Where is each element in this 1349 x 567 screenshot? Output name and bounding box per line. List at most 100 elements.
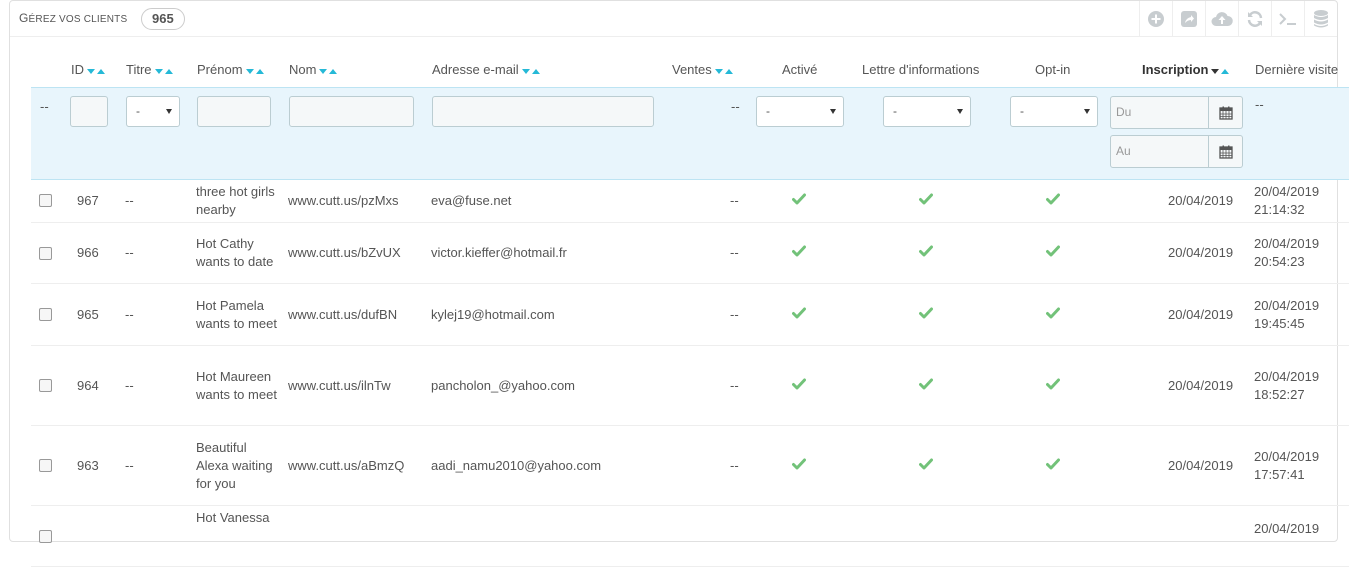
cell-id: 966 <box>77 223 117 283</box>
table-row[interactable]: 963 -- Beautiful Alexa waiting for you www.… <box>31 426 1349 506</box>
row-select-cell[interactable] <box>39 284 59 345</box>
cell-optin[interactable] <box>1046 179 1062 222</box>
column-header-prenom[interactable]: Prénom <box>197 62 266 78</box>
cell-id <box>77 506 117 566</box>
sort-arrows-icon[interactable] <box>319 63 339 78</box>
check-icon[interactable] <box>792 244 806 262</box>
row-checkbox[interactable] <box>39 459 52 472</box>
cell-newsletter[interactable] <box>919 223 935 283</box>
check-icon[interactable] <box>919 457 933 475</box>
row-select-cell[interactable] <box>39 346 59 425</box>
cell-prenom: three hot girls nearby <box>196 179 278 222</box>
filter-ventes-label: -- <box>731 99 740 114</box>
cell-optin[interactable] <box>1046 284 1062 345</box>
database-icon[interactable] <box>1304 1 1337 36</box>
filter-titre-select[interactable]: - <box>126 96 180 127</box>
filter-optin-select[interactable]: - <box>1010 96 1098 127</box>
column-header-ventes[interactable]: Ventes <box>672 62 735 78</box>
cell-text: -- <box>125 245 134 260</box>
check-icon[interactable] <box>919 244 933 262</box>
check-icon[interactable] <box>792 457 806 475</box>
terminal-icon[interactable] <box>1271 1 1304 36</box>
cell-newsletter[interactable] <box>919 284 935 345</box>
sort-arrows-icon[interactable] <box>245 63 266 78</box>
filter-active-select[interactable]: - <box>756 96 844 127</box>
filter-prenom-input[interactable] <box>197 96 271 127</box>
sort-arrows-icon[interactable] <box>714 63 735 78</box>
cell-optin[interactable] <box>1046 223 1062 283</box>
column-header-titre[interactable]: Titre <box>126 62 175 78</box>
cell-text: -- <box>125 192 134 208</box>
column-header-nom[interactable]: Nom <box>289 62 339 78</box>
export-icon[interactable] <box>1172 1 1205 36</box>
add-icon[interactable] <box>1139 1 1172 36</box>
cell-newsletter[interactable] <box>919 346 935 425</box>
cell-text: Hot Maureen wants to meet <box>196 368 277 402</box>
filter-email-input[interactable] <box>432 96 654 127</box>
filter-newsletter-select[interactable]: - <box>883 96 971 127</box>
table-row[interactable]: Hot Vanessa 20/04/2019 <box>31 506 1349 567</box>
cell-ventes: -- <box>730 223 750 283</box>
row-checkbox[interactable] <box>39 194 52 207</box>
check-icon[interactable] <box>919 306 933 324</box>
cell-active[interactable] <box>792 223 808 283</box>
cell-text: www.cutt.us/dufBN <box>288 306 398 322</box>
cell-optin[interactable] <box>1046 346 1062 425</box>
sort-arrows-icon[interactable] <box>154 63 175 78</box>
filter-date-from-input[interactable]: Du <box>1110 96 1209 129</box>
row-select-cell[interactable] <box>39 426 59 505</box>
row-checkbox[interactable] <box>39 529 52 543</box>
cell-inscription: 20/04/2019 <box>1168 346 1248 425</box>
upload-icon[interactable] <box>1205 1 1238 36</box>
cell-titre: -- <box>125 426 175 505</box>
check-icon[interactable] <box>1046 377 1060 395</box>
table-row[interactable]: 964 -- Hot Maureen wants to meet www.cutt.u… <box>31 346 1349 426</box>
check-icon[interactable] <box>1046 306 1060 324</box>
filter-nom-input[interactable] <box>289 96 414 127</box>
check-icon[interactable] <box>919 377 933 395</box>
cell-text: 20/04/2019 <box>1254 236 1320 251</box>
check-icon[interactable] <box>792 306 806 324</box>
cell-prenom: Hot Cathy wants to date <box>196 223 278 283</box>
row-select-cell[interactable] <box>39 223 59 283</box>
sort-arrows-icon[interactable] <box>87 63 107 78</box>
check-icon[interactable] <box>1046 192 1060 210</box>
select-value: - <box>136 104 140 118</box>
table-row[interactable]: 966 -- Hot Cathy wants to date www.cutt.us/… <box>31 223 1349 284</box>
column-header-email[interactable]: Adresse e-mail <box>432 62 542 78</box>
cell-active[interactable] <box>792 179 808 222</box>
cell-text: 19:45:45 <box>1254 315 1305 331</box>
check-icon[interactable] <box>792 377 806 395</box>
column-header-inscription[interactable]: Inscription <box>1142 62 1231 78</box>
table-row[interactable]: 965 -- Hot Pamela wants to meet www.cutt.us… <box>31 284 1349 346</box>
cell-text: 20:54:23 <box>1254 254 1305 269</box>
column-header-id[interactable]: ID <box>71 62 107 78</box>
filter-date-to-input[interactable]: Au <box>1110 135 1209 168</box>
sort-arrows-icon[interactable] <box>1211 63 1231 78</box>
calendar-icon[interactable] <box>1209 135 1243 168</box>
sort-arrows-icon[interactable] <box>521 63 542 78</box>
cell-email <box>431 506 671 566</box>
cell-derniere-visite: 20/04/2019 20:54:23 <box>1254 223 1344 283</box>
check-icon[interactable] <box>1046 457 1060 475</box>
row-checkbox[interactable] <box>39 379 52 392</box>
row-select-cell[interactable] <box>39 179 59 222</box>
cell-newsletter[interactable] <box>919 426 935 505</box>
cell-optin[interactable] <box>1046 426 1062 505</box>
cell-active[interactable] <box>792 346 808 425</box>
filter-id-input[interactable] <box>70 96 108 127</box>
cell-text: aadi_namu2010@yahoo.com <box>431 457 602 473</box>
calendar-icon[interactable] <box>1209 96 1243 129</box>
cell-active[interactable] <box>792 284 808 345</box>
row-checkbox[interactable] <box>39 308 52 321</box>
row-select-cell[interactable] <box>39 506 59 566</box>
table-row[interactable]: 967 -- three hot girls nearby www.cutt.us/p… <box>31 179 1349 223</box>
cell-active[interactable] <box>792 426 808 505</box>
check-icon[interactable] <box>919 192 933 210</box>
refresh-icon[interactable] <box>1238 1 1271 36</box>
check-icon[interactable] <box>1046 244 1060 262</box>
row-checkbox[interactable] <box>39 246 52 260</box>
chevron-down-icon <box>166 109 172 114</box>
cell-newsletter[interactable] <box>919 179 935 222</box>
check-icon[interactable] <box>792 192 806 210</box>
